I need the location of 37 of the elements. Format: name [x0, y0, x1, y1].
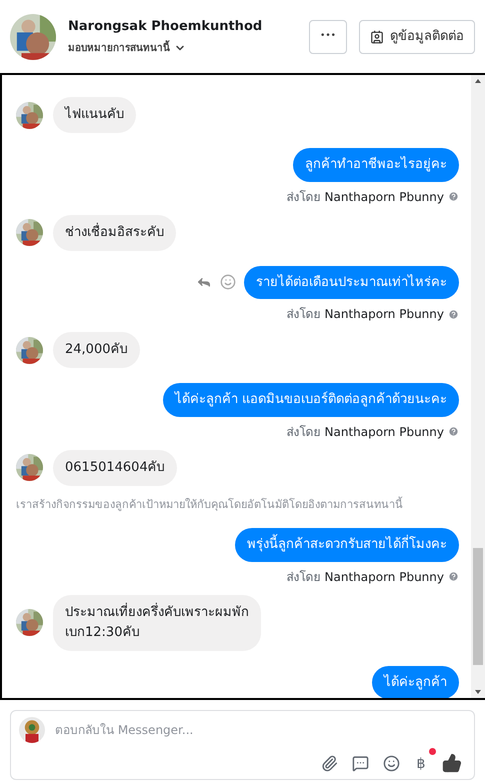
sender-name: Nanthaporn Pbunny	[324, 424, 444, 440]
scroll-down-icon[interactable]	[474, 688, 482, 696]
incoming-message: 0615014604คับ	[53, 450, 177, 486]
outgoing-message: ได้ค่ะลูกค้า แอดมินขอเบอร์ติดต่อลูกค้าด้วยนะคะ	[162, 383, 459, 416]
outgoing-message: ได้ค่ะลูกค้า	[372, 666, 459, 698]
sender-name: Nanthaporn Pbunny	[324, 188, 444, 206]
view-contact-button[interactable]: ดูข้อมูลติดต่อ	[359, 20, 475, 54]
scrollbar-thumb[interactable]	[473, 548, 483, 665]
assign-dropdown[interactable]: มอบหมายการสนทนานี้	[68, 40, 186, 56]
sent-by-label: ส่งโดย	[286, 306, 321, 323]
like-icon[interactable]	[442, 753, 462, 773]
contact-name: Narongsak Phoemkunthod	[68, 18, 264, 36]
sender-name: Nanthaporn Pbunny	[324, 568, 444, 586]
chat-bubble-icon[interactable]	[352, 754, 369, 772]
sent-by-label: ส่งโดย	[286, 424, 321, 440]
reply-input[interactable]: ตอบกลับใน Messenger...	[55, 721, 466, 739]
sent-by-label: ส่งโดย	[286, 188, 321, 206]
sender-name: Nanthaporn Pbunny	[324, 306, 444, 323]
incoming-message: ประมาณเที่ยงครึ่งคับเพราะผมพัก เบก12:30คับ	[53, 594, 261, 650]
outgoing-message: ลูกค้าทำอาชีพอะไรอยู่คะ	[293, 148, 459, 182]
outgoing-message: พรุ่งนี้ลูกค้าสะดวกรับสายได้กี่โมงคะ	[235, 528, 459, 562]
sent-by-label: ส่งโดย	[286, 568, 321, 586]
help-icon	[448, 191, 459, 202]
incoming-message: 24,000คับ	[53, 332, 140, 368]
payment-button[interactable]: ฿	[414, 754, 428, 775]
more-button[interactable]: •••	[309, 20, 347, 54]
contact-card-icon	[370, 30, 384, 44]
scroll-up-icon[interactable]	[474, 77, 482, 85]
help-icon	[448, 426, 459, 437]
incoming-message: ช่างเชื่อมอิสระคับ	[53, 214, 176, 250]
help-icon	[448, 571, 459, 582]
emoji-icon[interactable]	[383, 754, 400, 772]
incoming-message: ไฟแนนคับ	[53, 97, 136, 133]
help-icon	[448, 308, 459, 320]
outgoing-message: รายได้ต่อเดือนประมาณเท่าไหร่คะ	[244, 266, 459, 299]
attachment-icon[interactable]	[321, 754, 338, 772]
system-notice: เราสร้างกิจกรรมของลูกค้าเป้าหมายให้กับคุณโดยอัตโนมัติโดยอิงตามการสนทนานี้	[16, 496, 404, 513]
